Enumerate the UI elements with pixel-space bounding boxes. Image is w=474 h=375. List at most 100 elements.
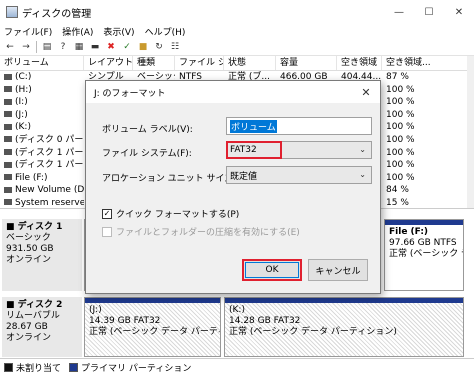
check-icon[interactable]: ✓ <box>121 41 133 53</box>
cell-text: 100 % <box>386 97 415 108</box>
disk-1-label[interactable]: ■ ディスク 1 ベーシック 931.50 GB オンライン <box>2 219 82 291</box>
column-volume[interactable]: ボリューム <box>0 56 84 70</box>
volume-label-input[interactable]: ボリューム <box>226 117 372 135</box>
cell-text: (I:) <box>15 97 28 108</box>
details-icon[interactable]: ☷ <box>169 41 181 53</box>
legend-primary-swatch <box>69 362 79 372</box>
disk-2-title-text: ディスク 2 <box>17 300 63 310</box>
allocation-size-value: 既定値 <box>230 171 258 182</box>
partition-name: (K:) <box>229 305 245 315</box>
volume-name-cell: (ディスク 0 パーテ... <box>0 134 84 147</box>
table-cell: 87 % <box>382 71 474 84</box>
table-cell: 100 % <box>382 159 474 172</box>
chevron-down-icon: ⌄ <box>359 145 366 154</box>
column-type[interactable]: 種類 <box>133 56 175 70</box>
cell-text: (H:) <box>15 84 32 95</box>
disk-2-partition-k[interactable]: (K:) 14.28 GB FAT32 正常 (ベーシック データ パーティショ… <box>224 297 464 357</box>
table-cell: 100 % <box>382 109 474 122</box>
menu-view[interactable]: 表示(V) <box>103 25 134 38</box>
list-view-icon[interactable]: ▤ <box>41 41 53 53</box>
partition-name: (J:) <box>89 305 102 315</box>
disk-2-status: オンライン <box>6 333 52 343</box>
filesystem-select[interactable]: FAT32 ⌄ <box>226 141 372 159</box>
partition-info: (J:) 14.39 GB FAT32 正常 (ベーシック データ パーティショ… <box>85 303 220 340</box>
cancel-button[interactable]: キャンセル <box>308 259 368 281</box>
dialog-close-button[interactable]: ✕ <box>352 81 380 103</box>
disk-2-type: リムーバブル <box>6 311 60 321</box>
volume-name-cell: New Volume (D:) <box>0 184 84 197</box>
menu-file[interactable]: ファイル(F) <box>4 25 52 38</box>
delete-icon[interactable]: ✖ <box>105 41 117 53</box>
toolbar-separator <box>36 41 37 53</box>
back-arrow-icon[interactable]: ← <box>4 41 16 53</box>
disk-1-title-text: ディスク 1 <box>17 222 63 232</box>
folder-icon[interactable]: ■ <box>137 41 149 53</box>
partition-size: 14.39 GB FAT32 <box>89 316 161 326</box>
cell-text: 100 % <box>386 147 415 158</box>
legend: 未割り当て プライマリ パーティション <box>0 358 474 375</box>
partition-name: File (F:) <box>389 227 429 237</box>
column-capacity[interactable]: 容量 <box>276 56 337 70</box>
minimize-button[interactable]: — <box>384 0 414 24</box>
cell-text: New Volume (D:) <box>15 185 84 196</box>
refresh-icon[interactable]: ↻ <box>153 41 165 53</box>
disk-1-partition-file[interactable]: File (F:) 97.66 GB NTFS 正常 (ベーシック デ <box>384 219 464 291</box>
cell-text: (J:) <box>15 109 28 120</box>
disk-1-status: オンライン <box>6 255 52 265</box>
quick-format-checkbox[interactable]: ✓ <box>102 208 112 219</box>
volume-name-cell: (C:) <box>0 71 84 84</box>
disk-2-partition-j[interactable]: (J:) 14.39 GB FAT32 正常 (ベーシック データ パーティショ… <box>84 297 221 357</box>
disk-2-label[interactable]: ■ ディスク 2 リムーバブル 28.67 GB オンライン <box>2 297 82 357</box>
cell-text: (C:) <box>15 72 32 82</box>
toolbar: ← → ▤ ? ▦ ▬ ✖ ✓ ■ ↻ ☷ <box>0 39 474 56</box>
allocation-size-select[interactable]: 既定値 ⌄ <box>226 166 372 184</box>
forward-arrow-icon[interactable]: → <box>20 41 32 53</box>
legend-primary-label: プライマリ パーティション <box>81 363 192 374</box>
column-free-percent[interactable]: 空き領域... <box>382 56 474 70</box>
legend-unallocated-swatch <box>4 362 13 372</box>
dialog-title-bar: J: のフォーマット <box>86 81 380 103</box>
cell-text: File (F:) <box>15 172 48 183</box>
quick-format-option[interactable]: ✓ クイック フォーマットする(P) <box>102 207 239 220</box>
compression-checkbox <box>102 226 112 237</box>
table-cell: 100 % <box>382 121 474 134</box>
cell-text: (ディスク 1 パーテ... <box>15 160 84 171</box>
close-button[interactable]: ✕ <box>444 0 474 24</box>
filesystem-label: ファイル システム(F): <box>102 149 192 159</box>
table-cell: 100 % <box>382 147 474 160</box>
volume-icon <box>4 174 12 181</box>
properties-icon[interactable]: ▦ <box>73 41 85 53</box>
partition-info: File (F:) 97.66 GB NTFS 正常 (ベーシック デ <box>385 225 463 262</box>
volume-name-cell: File (F:) <box>0 172 84 185</box>
menu-action[interactable]: 操作(A) <box>62 25 93 38</box>
volume-icon <box>4 111 12 118</box>
table-cell: 15 % <box>382 197 474 208</box>
volume-label-value: ボリューム <box>230 119 277 133</box>
cell-text: 15 % <box>386 197 409 208</box>
volume-name-cell: (ディスク 1 パーテ... <box>0 147 84 160</box>
filesystem-value: FAT32 <box>230 145 257 155</box>
column-layout[interactable]: レイアウト <box>84 56 133 70</box>
legend-unallocated-label: 未割り当て <box>16 363 62 374</box>
window-title: ディスクの管理 <box>22 8 92 20</box>
column-filesystem[interactable]: ファイル システム <box>175 56 224 70</box>
partition-status: 正常 (ベーシック データ パーティション) <box>229 327 397 337</box>
volume-icon <box>4 136 12 143</box>
cell-text: 100 % <box>386 109 415 120</box>
connect-icon[interactable]: ▬ <box>89 41 101 53</box>
window-controls: — ☐ ✕ <box>384 0 474 24</box>
cell-text: 87 % <box>386 72 409 82</box>
ok-button[interactable]: OK <box>242 259 302 281</box>
partition-size: 14.28 GB FAT32 <box>229 316 301 326</box>
cell-text: System reserve... <box>15 197 84 208</box>
column-free-space[interactable]: 空き領域 <box>337 56 382 70</box>
menu-bar: ファイル(F) 操作(A) 表示(V) ヘルプ(H) <box>0 24 474 39</box>
maximize-button[interactable]: ☐ <box>414 0 444 24</box>
column-status[interactable]: 状態 <box>224 56 276 70</box>
menu-help[interactable]: ヘルプ(H) <box>145 25 186 38</box>
cell-text: 100 % <box>386 172 415 183</box>
help-icon[interactable]: ? <box>57 41 69 53</box>
compression-label: ファイルとフォルダーの圧縮を有効にする(E) <box>116 228 300 238</box>
volume-icon <box>4 86 12 93</box>
quick-format-label: クイック フォーマットする(P) <box>116 210 240 220</box>
